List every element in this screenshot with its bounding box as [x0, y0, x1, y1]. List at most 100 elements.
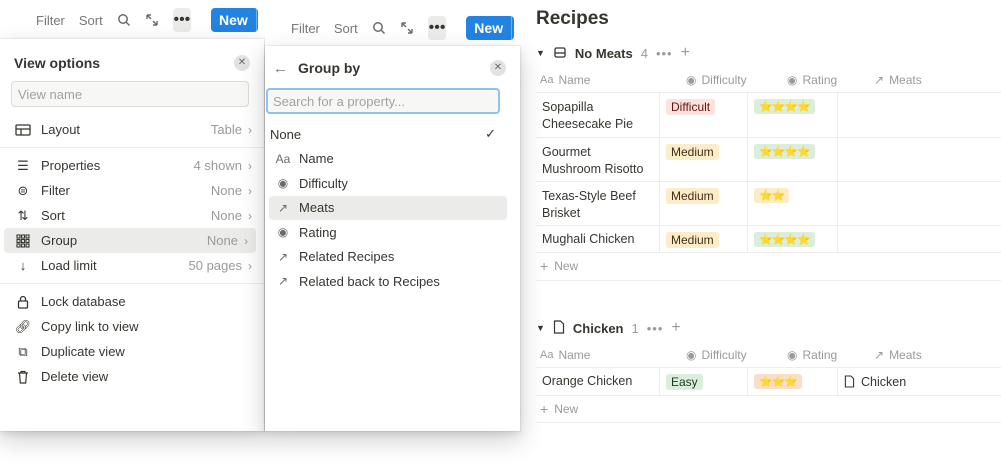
text-type-icon: Aa: [275, 151, 291, 166]
chevron-right-icon: ›: [248, 122, 252, 137]
table-row[interactable]: Mughali Chicken Medium ⭐⭐⭐⭐: [536, 226, 1001, 253]
cell-meats[interactable]: [838, 182, 1001, 225]
properties-option[interactable]: ☰ Properties 4 shown ›: [0, 153, 264, 178]
more-options-button[interactable]: •••: [172, 8, 192, 32]
more-icon[interactable]: •••: [656, 46, 673, 61]
select-type-icon: ◉: [686, 72, 697, 87]
cell-difficulty[interactable]: Medium: [660, 138, 748, 181]
relation-link[interactable]: Chicken: [861, 375, 906, 389]
table-row[interactable]: Gourmet Mushroom Risotto Medium ⭐⭐⭐⭐: [536, 138, 1001, 182]
group-by-item-related-recipes[interactable]: ↗ Related Recipes: [265, 245, 520, 270]
new-button[interactable]: New ⌄: [466, 16, 514, 40]
add-row-button[interactable]: + New: [536, 253, 1001, 279]
relation-arrow-icon: ↗: [874, 72, 885, 87]
cell-rating[interactable]: ⭐⭐⭐⭐: [748, 138, 838, 181]
group-option[interactable]: Group None ›: [4, 228, 256, 253]
column-name[interactable]: Aa Name: [536, 73, 660, 87]
cell-name[interactable]: Sopapilla Cheesecake Pie: [536, 93, 660, 137]
cell-rating[interactable]: ⭐⭐: [748, 182, 838, 225]
page-icon: [553, 45, 567, 62]
chevron-right-icon: ›: [248, 183, 252, 198]
toggle-triangle-icon[interactable]: ▼: [536, 48, 545, 58]
cell-difficulty[interactable]: Medium: [660, 226, 748, 252]
chevron-down-icon[interactable]: ⌄: [511, 16, 514, 40]
group-by-item-rating[interactable]: ◉ Rating: [265, 220, 520, 245]
link-icon: 🔗︎: [14, 318, 32, 334]
cell-meats[interactable]: [838, 138, 1001, 181]
delete-view-option[interactable]: Delete view: [0, 364, 264, 389]
cell-rating[interactable]: ⭐⭐⭐⭐: [748, 226, 838, 252]
group-count: 4: [640, 45, 648, 61]
grid-icon: [14, 233, 32, 248]
close-icon[interactable]: ✕: [490, 60, 506, 76]
toggle-triangle-icon[interactable]: ▼: [536, 323, 545, 333]
layout-option[interactable]: Layout Table ›: [0, 117, 264, 142]
new-button[interactable]: New ⌄: [211, 8, 258, 32]
table-row[interactable]: Sopapilla Cheesecake Pie Difficult ⭐⭐⭐⭐: [536, 93, 1001, 138]
column-meats[interactable]: ↗ Meats: [838, 348, 1001, 362]
cell-meats[interactable]: Chicken: [838, 368, 1001, 395]
more-icon[interactable]: •••: [647, 321, 664, 336]
cell-name[interactable]: Mughali Chicken: [536, 226, 660, 252]
expand-icon[interactable]: [145, 12, 159, 28]
column-difficulty[interactable]: ◉ Difficulty: [660, 73, 747, 87]
group-header-no-meats[interactable]: ▼ No Meats 4 ••• +: [536, 44, 691, 62]
cell-difficulty[interactable]: Easy: [660, 368, 748, 395]
load-limit-option[interactable]: ↓ Load limit 50 pages ›: [0, 253, 264, 278]
group-title: No Meats: [574, 45, 633, 61]
table-row[interactable]: Texas-Style Beef Brisket Medium ⭐⭐: [536, 182, 1001, 226]
cell-meats[interactable]: [838, 226, 1001, 252]
cell-name[interactable]: Orange Chicken: [536, 368, 660, 395]
divider: [536, 422, 1001, 423]
cell-rating[interactable]: ⭐⭐⭐⭐: [748, 93, 838, 137]
column-difficulty[interactable]: ◉ Difficulty: [660, 348, 747, 362]
relation-arrow-icon: ↗: [277, 274, 289, 289]
duplicate-icon: ⧉: [18, 343, 28, 359]
cell-rating[interactable]: ⭐⭐⭐: [748, 368, 838, 395]
column-meats[interactable]: ↗ Meats: [838, 73, 1001, 87]
group-by-item-none[interactable]: None ✓: [265, 122, 520, 147]
column-rating[interactable]: ◉ Rating: [747, 73, 838, 87]
cell-name[interactable]: Texas-Style Beef Brisket: [536, 182, 660, 225]
group-by-item-related-back[interactable]: ↗ Related back to Recipes: [265, 269, 520, 294]
column-name[interactable]: Aa Name: [536, 348, 660, 362]
filter-button[interactable]: Filter: [36, 13, 65, 28]
layout-icon: [14, 123, 32, 137]
sort-button[interactable]: Sort: [334, 21, 358, 36]
close-icon[interactable]: ✕: [234, 55, 250, 71]
cell-name[interactable]: Gourmet Mushroom Risotto: [536, 138, 660, 181]
expand-icon[interactable]: [400, 20, 414, 36]
select-type-icon: ◉: [277, 176, 289, 191]
property-search-input[interactable]: Search for a property...: [266, 88, 500, 114]
add-icon[interactable]: +: [681, 44, 691, 62]
cell-meats[interactable]: [838, 93, 1001, 137]
table-row[interactable]: Orange Chicken Easy ⭐⭐⭐ Chicken: [536, 368, 1001, 396]
copy-link-option[interactable]: 🔗︎ Copy link to view: [0, 314, 264, 339]
chevron-right-icon: ›: [248, 158, 252, 173]
view-name-input[interactable]: View name: [11, 81, 249, 107]
group-header-chicken[interactable]: ▼ Chicken 1 ••• +: [536, 319, 682, 337]
cell-difficulty[interactable]: Difficult: [660, 93, 748, 137]
new-label: New: [219, 12, 248, 28]
group-by-item-difficulty[interactable]: ◉ Difficulty: [265, 171, 520, 196]
lock-database-option[interactable]: Lock database: [0, 289, 264, 314]
more-options-button[interactable]: •••: [427, 16, 447, 40]
filter-option[interactable]: ⊜ Filter None ›: [0, 178, 264, 203]
add-row-button[interactable]: + New: [536, 396, 1001, 422]
back-arrow-icon[interactable]: ←: [273, 60, 288, 77]
sort-button[interactable]: Sort: [79, 13, 103, 28]
sort-option[interactable]: ⇅ Sort None ›: [0, 203, 264, 228]
table-chicken: Aa Name ◉ Difficulty ◉ Rating ↗ Meats Orange…: [536, 342, 1001, 422]
panel-title: View options: [14, 55, 101, 71]
add-icon[interactable]: +: [671, 319, 681, 337]
group-by-item-meats[interactable]: ↗ Meats: [269, 195, 507, 220]
chevron-down-icon[interactable]: ⌄: [255, 8, 258, 32]
cell-difficulty[interactable]: Medium: [660, 182, 748, 225]
search-icon[interactable]: [372, 20, 386, 36]
group-by-item-name[interactable]: Aa Name: [265, 147, 520, 172]
search-icon[interactable]: [117, 12, 131, 28]
column-rating[interactable]: ◉ Rating: [747, 348, 838, 362]
filter-button[interactable]: Filter: [291, 21, 320, 36]
duplicate-view-option[interactable]: ⧉ Duplicate view: [0, 339, 264, 364]
select-type-icon: ◉: [686, 347, 697, 362]
